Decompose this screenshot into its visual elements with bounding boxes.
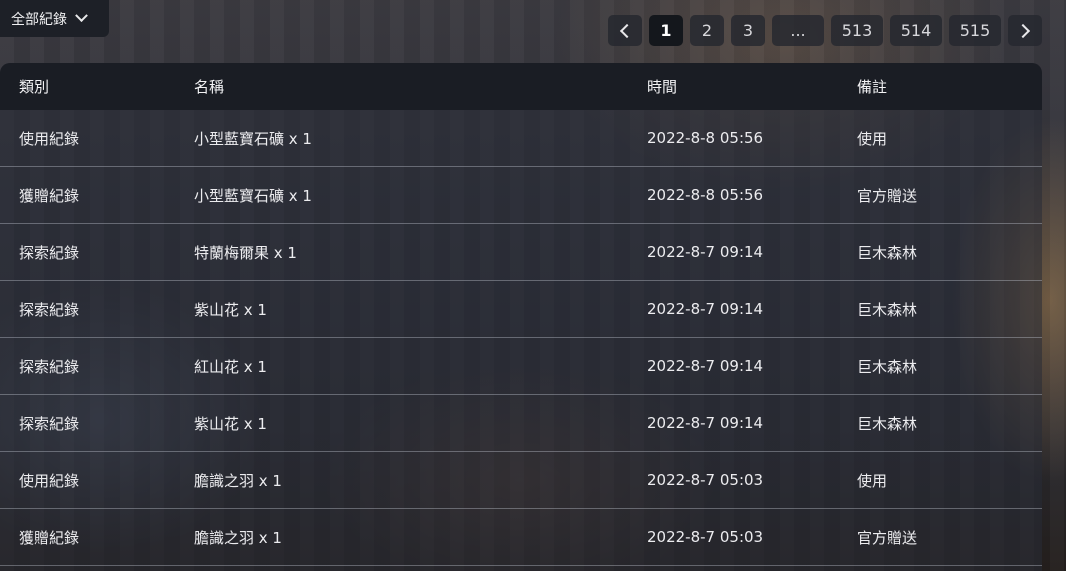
cell-time: 2022-8-7 09:14: [647, 300, 764, 318]
chevron-down-icon: [75, 9, 88, 23]
cell-category: 探索紀錄: [19, 357, 80, 376]
header-name: 名稱: [194, 78, 225, 96]
table-header: 類別 名稱 時間 備註: [0, 63, 1042, 110]
table-row: 探索紀錄 紫山花 x 1 2022-8-7 09:14 巨木森林: [0, 395, 1042, 452]
cell-note: 巨木森林: [857, 357, 918, 376]
records-table: 類別 名稱 時間 備註 使用紀錄 小型藍寶石礦 x 1 2022-8-8 05:…: [0, 63, 1042, 571]
chevron-left-icon: [619, 23, 635, 38]
cell-time: 2022-8-7 09:14: [647, 243, 764, 261]
page-button-3[interactable]: 3: [731, 15, 765, 46]
cell-name: 紫山花 x 1: [194, 414, 267, 433]
cell-time: 2022-8-7 05:03: [647, 528, 764, 546]
cell-note: 巨木森林: [857, 243, 918, 262]
table-row: 獲贈紀錄 膽識之羽 x 1 2022-8-7 05:03 官方贈送: [0, 509, 1042, 566]
cell-name: 小型藍寶石礦 x 1: [194, 186, 312, 205]
header-note: 備註: [857, 78, 888, 96]
cell-note: 官方贈送: [857, 186, 918, 205]
header-time: 時間: [647, 78, 678, 96]
cell-category: 使用紀錄: [19, 129, 80, 148]
page-button-1[interactable]: 1: [649, 15, 683, 46]
page-button-2[interactable]: 2: [690, 15, 724, 46]
table-row: 探索紀錄 特蘭梅爾果 x 1 2022-8-7 09:14 巨木森林: [0, 224, 1042, 281]
prev-page-button[interactable]: [608, 15, 642, 46]
cell-note: 官方贈送: [857, 528, 918, 547]
cell-name: 小型藍寶石礦 x 1: [194, 129, 312, 148]
cell-category: 探索紀錄: [19, 300, 80, 319]
table-row: 獲贈紀錄 小型藍寶石礦 x 1 2022-8-8 05:56 官方贈送: [0, 167, 1042, 224]
cell-time: 2022-8-7 05:03: [647, 471, 764, 489]
cell-name: 膽識之羽 x 1: [194, 528, 282, 547]
cell-note: 使用: [857, 129, 888, 148]
next-page-button[interactable]: [1008, 15, 1042, 46]
cell-note: 使用: [857, 471, 888, 490]
table-row: 使用紀錄 膽識之羽 x 1 2022-8-7 05:03 使用: [0, 452, 1042, 509]
cell-name: 紫山花 x 1: [194, 300, 267, 319]
cell-name: 特蘭梅爾果 x 1: [194, 243, 297, 262]
cell-note: 巨木森林: [857, 300, 918, 319]
record-filter-label: 全部紀錄: [11, 11, 67, 28]
cell-name: 膽識之羽 x 1: [194, 471, 282, 490]
pagination: 1 2 3 ... 513 514 515: [608, 15, 1042, 46]
cell-time: 2022-8-8 05:56: [647, 129, 764, 147]
cell-time: 2022-8-8 05:56: [647, 186, 764, 204]
page-button-515[interactable]: 515: [949, 15, 1001, 46]
cell-category: 探索紀錄: [19, 414, 80, 433]
page-button-514[interactable]: 514: [890, 15, 942, 46]
cell-category: 獲贈紀錄: [19, 528, 80, 547]
cell-name: 紅山花 x 1: [194, 357, 267, 376]
cell-category: 獲贈紀錄: [19, 186, 80, 205]
record-filter-dropdown[interactable]: 全部紀錄: [0, 0, 109, 37]
page-button-513[interactable]: 513: [831, 15, 883, 46]
table-row: 使用紀錄 小型藍寶石礦 x 1 2022-8-8 05:56 使用: [0, 110, 1042, 167]
header-category: 類別: [19, 78, 50, 96]
cell-category: 使用紀錄: [19, 471, 80, 490]
cell-time: 2022-8-7 09:14: [647, 357, 764, 375]
cell-note: 巨木森林: [857, 414, 918, 433]
page-ellipsis[interactable]: ...: [772, 15, 824, 46]
chevron-right-icon: [1015, 23, 1031, 38]
table-row: 探索紀錄 紫山花 x 1 2022-8-7 09:14 巨木森林: [0, 281, 1042, 338]
cell-category: 探索紀錄: [19, 243, 80, 262]
cell-time: 2022-8-7 09:14: [647, 414, 764, 432]
table-row: 探索紀錄 紅山花 x 1 2022-8-7 09:14 巨木森林: [0, 338, 1042, 395]
